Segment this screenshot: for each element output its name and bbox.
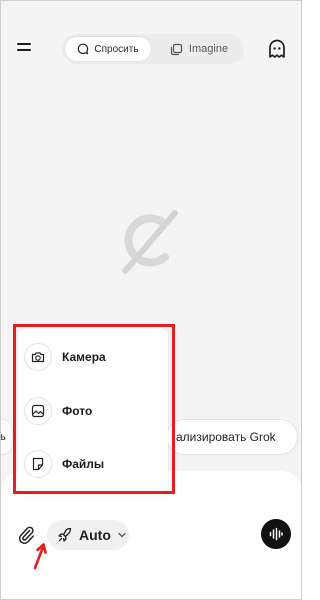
photo-icon [24,397,52,425]
file-icon [24,450,52,478]
attach-menu-label-photo: Фото [62,404,93,418]
annotation-arrow-icon [29,541,51,571]
voice-mode-button[interactable] [261,519,291,549]
chevron-down-icon [118,532,126,538]
attach-menu-label-camera: Камера [62,350,106,364]
model-selector-button[interactable]: Auto [47,520,129,550]
menu-icon[interactable] [15,39,37,57]
attach-menu-label-files: Файлы [62,457,105,471]
mode-ask-label: Спросить [94,43,139,55]
mode-imagine-label: Imagine [188,43,229,55]
suggestion-chip-left[interactable]: ь [0,419,13,455]
mode-ask-button[interactable]: Спросить [65,37,151,61]
attach-menu-item-camera[interactable]: Камера [18,337,168,377]
waveform-icon [269,527,283,541]
suggestion-left-label: ь [0,431,6,443]
camera-icon [24,343,52,371]
suggestion-right-label: ализировать Grok [176,430,276,444]
ghost-icon[interactable] [266,38,288,60]
attach-menu: Камера Фото Файлы [18,328,168,491]
chat-bubble-icon [78,43,89,55]
mode-imagine-button[interactable]: Imagine [158,37,240,61]
top-bar: Спросить Imagine [1,1,301,97]
grok-logo-icon [117,201,187,281]
rocket-icon [58,527,72,542]
suggestion-chip-right[interactable]: ализировать Grok [166,419,298,455]
model-selector-label: Auto [79,527,111,543]
image-stack-icon [170,43,183,55]
attach-menu-item-files[interactable]: Файлы [18,444,168,484]
app-frame: Спросить Imagine ь ализировать Grok Каме… [0,0,302,600]
attach-menu-item-photo[interactable]: Фото [18,391,168,431]
mode-toggle: Спросить Imagine [62,34,244,64]
